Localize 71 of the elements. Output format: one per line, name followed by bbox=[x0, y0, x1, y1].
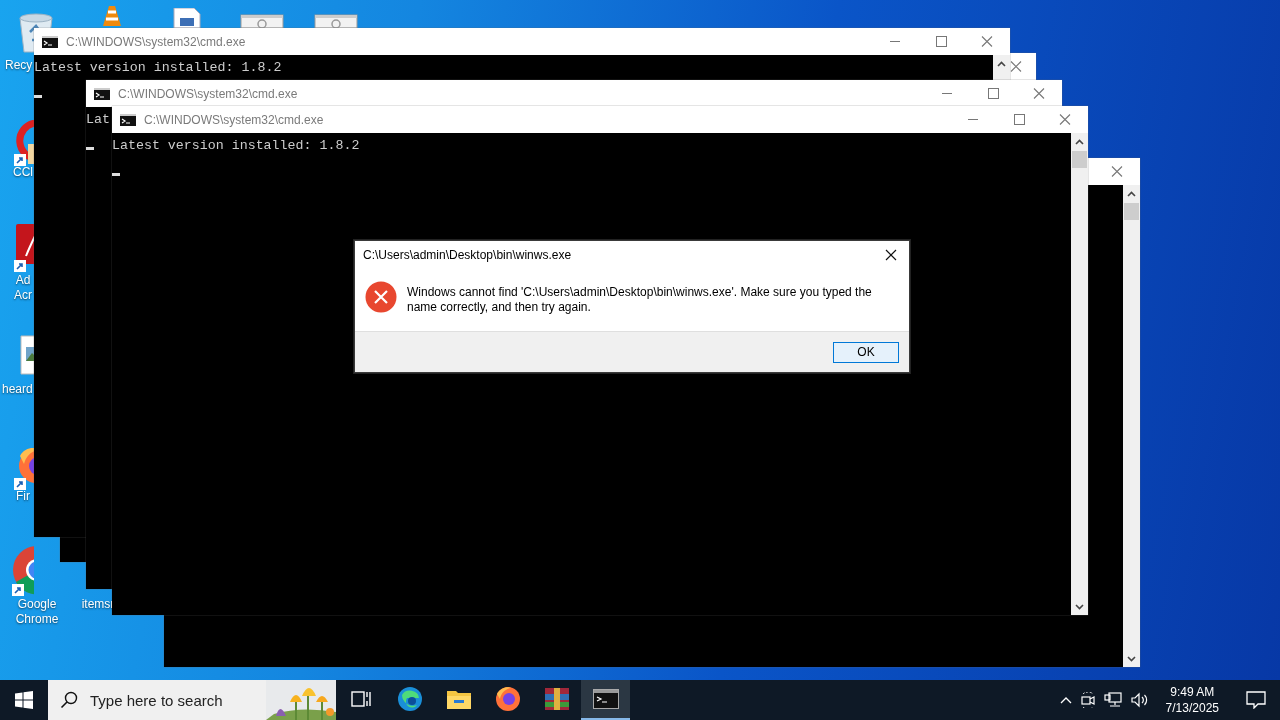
traffic-cone-icon[interactable] bbox=[100, 4, 124, 28]
close-icon bbox=[1010, 61, 1022, 72]
text-cursor bbox=[86, 147, 94, 150]
window-title: C:\WINDOWS\system32\cmd.exe bbox=[66, 34, 246, 49]
scroll-thumb[interactable] bbox=[1072, 151, 1087, 168]
cleaner-icon[interactable] bbox=[14, 120, 34, 166]
dialog-title: C:\Users\admin\Desktop\bin\winws.exe bbox=[363, 248, 572, 262]
icon-label[interactable]: itemsr bbox=[81, 597, 115, 612]
window-title: C:\WINDOWS\system32\cmd.exe bbox=[118, 86, 298, 101]
scrollbar[interactable] bbox=[1123, 185, 1140, 667]
scroll-down-icon[interactable] bbox=[1075, 604, 1084, 610]
folder-icon bbox=[445, 688, 472, 710]
close-icon bbox=[1059, 114, 1071, 125]
maximize-icon bbox=[935, 36, 947, 47]
pdf-document-icon[interactable] bbox=[14, 224, 34, 272]
icon-label[interactable]: Chrome bbox=[15, 612, 59, 627]
clock-date: 7/13/2025 bbox=[1165, 700, 1219, 716]
close-icon bbox=[981, 36, 993, 47]
scroll-up-icon[interactable] bbox=[997, 61, 1006, 67]
window-title: C:\WINDOWS\system32\cmd.exe bbox=[144, 112, 324, 127]
speaker-icon[interactable] bbox=[1130, 692, 1149, 708]
window-document-icon[interactable] bbox=[240, 14, 284, 28]
scrollbar[interactable] bbox=[993, 55, 1010, 80]
search-input[interactable]: Type here to search bbox=[88, 690, 242, 710]
console-text: Lat bbox=[86, 112, 110, 128]
archive-icon bbox=[543, 686, 570, 712]
console-icon bbox=[592, 689, 619, 709]
clock-time: 9:49 AM bbox=[1170, 684, 1215, 700]
scroll-up-icon[interactable] bbox=[1127, 191, 1136, 197]
camera-icon[interactable] bbox=[1080, 692, 1095, 708]
console-text: Latest version installed: 1.8.2 bbox=[112, 138, 360, 154]
console-text: Latest version installed: 1.8.2 bbox=[34, 60, 282, 76]
icon-label[interactable]: Ad bbox=[15, 273, 31, 288]
taskbar-button[interactable] bbox=[581, 680, 630, 720]
maximize-icon bbox=[987, 88, 999, 99]
task-view-icon bbox=[350, 690, 371, 708]
scroll-down-icon[interactable] bbox=[1127, 656, 1136, 662]
text-cursor bbox=[34, 95, 42, 98]
text-cursor bbox=[112, 173, 120, 176]
scrollbar[interactable] bbox=[1071, 133, 1088, 615]
search-bar[interactable]: Type here to search bbox=[48, 680, 336, 720]
image-file-icon[interactable] bbox=[20, 335, 34, 375]
window-document-icon[interactable] bbox=[314, 14, 358, 28]
console-icon bbox=[94, 87, 110, 100]
chrome-icon[interactable] bbox=[12, 546, 34, 596]
console-icon bbox=[120, 113, 136, 126]
icon-label[interactable]: Google bbox=[17, 597, 57, 612]
error-message: Windows cannot find 'C:\Users\admin\Desktop\bin\winws.exe'. Make sure you typed the name correctly, and then try again. bbox=[407, 285, 873, 315]
document-icon[interactable] bbox=[172, 8, 202, 28]
notifications-icon[interactable] bbox=[1246, 691, 1266, 709]
close-icon bbox=[1111, 166, 1123, 177]
error-icon bbox=[365, 281, 397, 313]
icon-label[interactable]: Acr bbox=[14, 288, 32, 303]
maximize-icon bbox=[1013, 114, 1025, 125]
console-icon bbox=[42, 35, 58, 48]
search-icon bbox=[60, 691, 78, 709]
clock[interactable]: 9:49 AM 7/13/2025 bbox=[1157, 684, 1227, 716]
edge-icon bbox=[396, 686, 423, 712]
chevron-up-icon[interactable] bbox=[1059, 696, 1072, 704]
close-icon bbox=[885, 249, 897, 261]
firefox-icon bbox=[494, 686, 521, 712]
network-icon[interactable] bbox=[1103, 692, 1122, 708]
icon-label[interactable]: heard bbox=[2, 382, 33, 397]
close-icon bbox=[1033, 88, 1045, 99]
scroll-up-icon[interactable] bbox=[1075, 139, 1084, 145]
icon-label[interactable]: Fir bbox=[16, 489, 30, 504]
icon-label[interactable]: Recy bbox=[5, 58, 33, 73]
scroll-thumb[interactable] bbox=[1124, 203, 1139, 220]
windows-logo-icon bbox=[15, 691, 33, 709]
ok-button[interactable]: OK bbox=[833, 341, 899, 363]
icon-label[interactable]: CCl bbox=[13, 165, 33, 180]
